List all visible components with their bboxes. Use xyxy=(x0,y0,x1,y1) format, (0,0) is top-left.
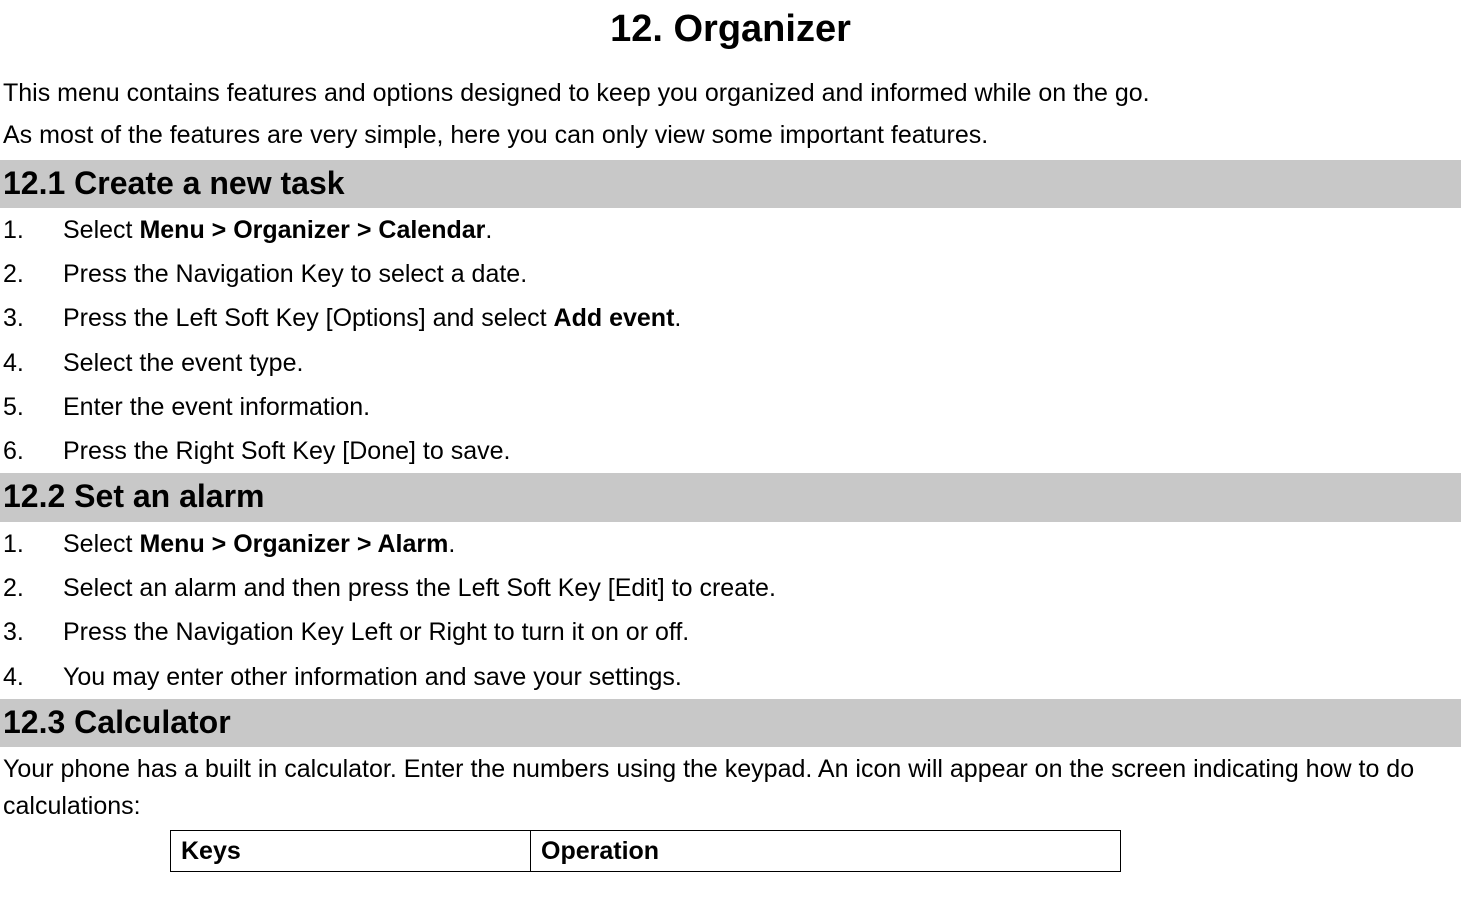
steps-create-task: Select Menu > Organizer > Calendar. Pres… xyxy=(0,208,1461,474)
table-header-keys: Keys xyxy=(171,830,531,871)
calculator-body: Your phone has a built in calculator. En… xyxy=(0,747,1461,828)
step-text: Select Menu > Organizer > Alarm. xyxy=(63,526,455,562)
section-heading-create-task: 12.1 Create a new task xyxy=(0,160,1461,208)
list-item: Press the Navigation Key to select a dat… xyxy=(3,252,1461,296)
step-text: Select the event type. xyxy=(63,345,303,381)
list-item: Press the Navigation Key Left or Right t… xyxy=(3,610,1461,654)
step-text: Select an alarm and then press the Left … xyxy=(63,570,776,606)
list-item: Select Menu > Organizer > Calendar. xyxy=(3,208,1461,252)
step-text: Select Menu > Organizer > Calendar. xyxy=(63,212,492,248)
table-header-row: Keys Operation xyxy=(171,830,1121,871)
step-text: Press the Left Soft Key [Options] and se… xyxy=(63,300,681,336)
section-heading-calculator: 12.3 Calculator xyxy=(0,699,1461,747)
step-text: Press the Right Soft Key [Done] to save. xyxy=(63,433,510,469)
list-item: Select an alarm and then press the Left … xyxy=(3,566,1461,610)
section-heading-set-alarm: 12.2 Set an alarm xyxy=(0,473,1461,521)
list-item: You may enter other information and save… xyxy=(3,655,1461,699)
list-item: Select Menu > Organizer > Alarm. xyxy=(3,522,1461,566)
intro-paragraph-1: This menu contains features and options … xyxy=(0,75,1461,117)
list-item: Press the Right Soft Key [Done] to save. xyxy=(3,429,1461,473)
steps-set-alarm: Select Menu > Organizer > Alarm. Select … xyxy=(0,522,1461,699)
table-header-operation: Operation xyxy=(531,830,1121,871)
step-text: You may enter other information and save… xyxy=(63,659,682,695)
list-item: Press the Left Soft Key [Options] and se… xyxy=(3,296,1461,340)
intro-paragraph-2: As most of the features are very simple,… xyxy=(0,117,1461,159)
list-item: Enter the event information. xyxy=(3,385,1461,429)
page-title: 12. Organizer xyxy=(0,0,1461,75)
calculator-table: Keys Operation xyxy=(170,830,1121,872)
list-item: Select the event type. xyxy=(3,341,1461,385)
step-text: Enter the event information. xyxy=(63,389,370,425)
step-text: Press the Navigation Key Left or Right t… xyxy=(63,614,689,650)
step-text: Press the Navigation Key to select a dat… xyxy=(63,256,527,292)
